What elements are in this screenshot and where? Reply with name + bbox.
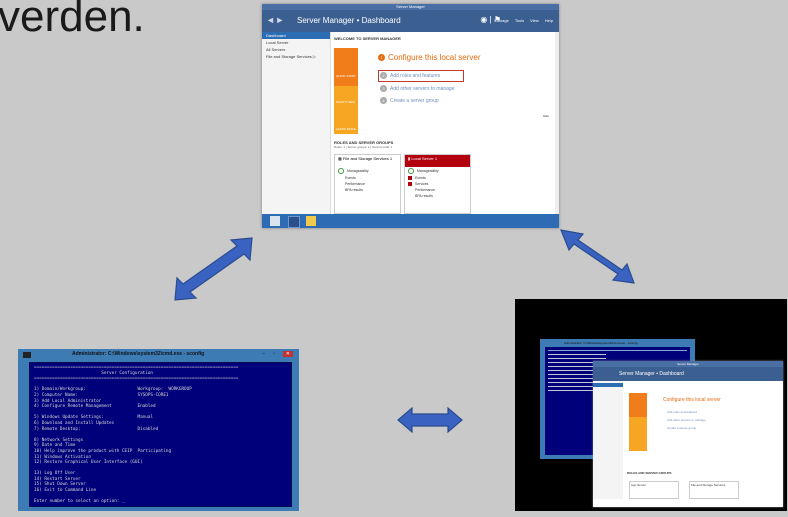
arrows-layer: [174, 229, 635, 434]
arrow-top-left: [174, 237, 253, 301]
arrow-top-right: [560, 229, 635, 284]
arrow-horizontal: [397, 406, 463, 434]
